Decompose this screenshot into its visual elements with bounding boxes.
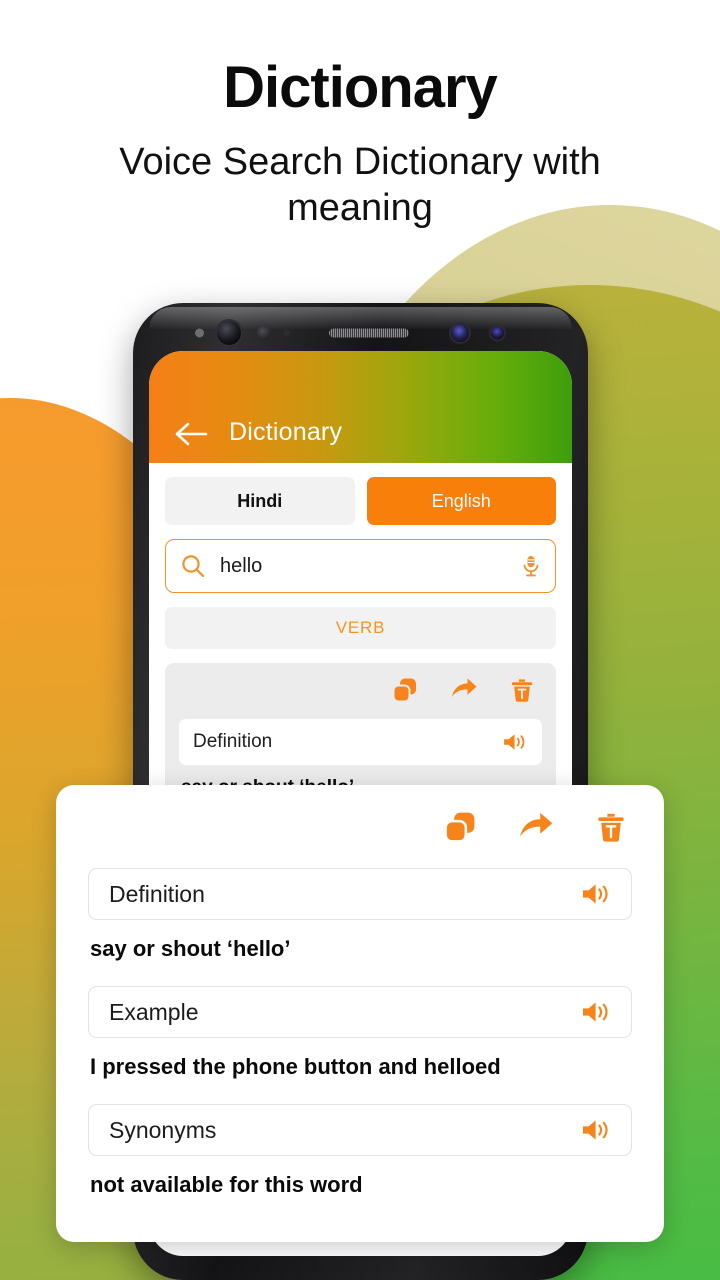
app-bar-title: Dictionary <box>229 418 343 446</box>
card-action-icons <box>88 811 632 844</box>
copy-icon[interactable] <box>392 677 418 703</box>
card-field-label: Synonyms <box>109 1116 217 1143</box>
part-of-speech-badge: VERB <box>165 607 556 649</box>
speaker-icon[interactable] <box>581 1118 611 1142</box>
search-icon <box>180 553 206 579</box>
card-field-definition[interactable]: Definition <box>88 868 632 920</box>
copy-icon[interactable] <box>444 811 476 844</box>
front-camera-icon <box>217 321 241 345</box>
card-field-label: Example <box>109 998 199 1025</box>
app-bar: Dictionary <box>149 351 572 463</box>
microphone-icon[interactable] <box>521 554 541 578</box>
iris-scanner-icon <box>451 324 469 342</box>
earpiece-speaker-icon <box>329 328 409 338</box>
card-answer-synonyms: not available for this word <box>90 1172 363 1197</box>
card-answer-example: I pressed the phone button and helloed <box>90 1054 501 1079</box>
proximity-sensor-icon <box>257 326 271 340</box>
phone-field-definition[interactable]: Definition <box>179 719 542 765</box>
detail-card: Definition say or shout ‘hello’ Example … <box>56 785 664 1242</box>
language-button-english[interactable]: English <box>366 477 556 525</box>
header: Dictionary Voice Search Dictionary with … <box>0 0 720 232</box>
light-sensor-icon <box>283 329 290 337</box>
share-icon[interactable] <box>518 811 554 844</box>
search-input-value: hello <box>220 554 263 577</box>
phone-field-label: Definition <box>193 731 273 752</box>
card-field-label: Definition <box>109 880 205 907</box>
card-answer-definition: say or shout ‘hello’ <box>90 936 291 961</box>
phone-action-icons <box>179 677 542 703</box>
card-field-synonyms[interactable]: Synonyms <box>88 1104 632 1156</box>
speaker-icon[interactable] <box>581 1000 611 1024</box>
page-subtitle: Voice Search Dictionary with meaning <box>119 140 601 230</box>
sensor-dot-icon <box>195 328 204 338</box>
share-icon[interactable] <box>450 677 478 703</box>
page-title: Dictionary <box>223 55 498 120</box>
card-field-example[interactable]: Example <box>88 986 632 1038</box>
arrow-left-icon[interactable] <box>175 421 209 447</box>
language-button-hindi[interactable]: Hindi <box>165 477 355 525</box>
delete-icon[interactable] <box>596 811 626 844</box>
phone-sensor-bar <box>133 317 588 349</box>
speaker-icon[interactable] <box>502 732 528 752</box>
delete-icon[interactable] <box>510 677 534 703</box>
speaker-icon[interactable] <box>581 882 611 906</box>
phone-screen-body: Hindi English hello VERB Definition <box>149 463 572 819</box>
search-input[interactable]: hello <box>165 539 556 593</box>
language-toggle: Hindi English <box>165 477 556 525</box>
ir-sensor-icon <box>491 326 504 340</box>
